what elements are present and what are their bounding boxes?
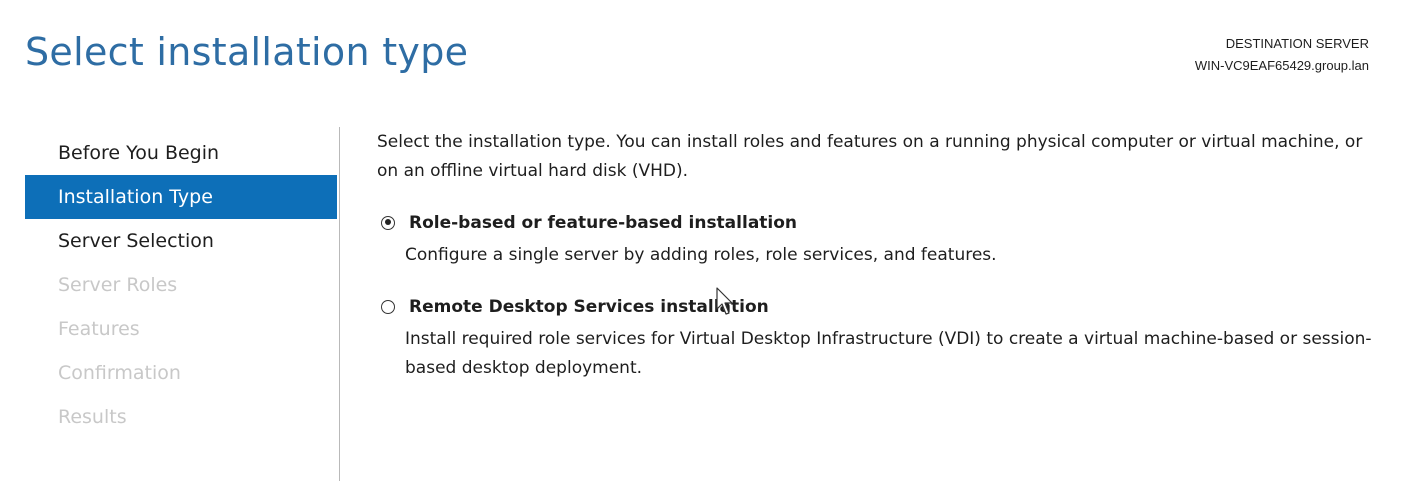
nav-confirmation: Confirmation [58,362,181,384]
nav-divider [339,127,340,481]
destination-server-label: DESTINATION SERVER [1225,36,1369,51]
wizard-nav: Before You Begin Installation Type Serve… [25,131,337,439]
nav-installation-type[interactable]: Installation Type [25,175,337,219]
nav-features: Features [58,318,140,340]
destination-server-name: WIN-VC9EAF65429.group.lan [1194,58,1369,73]
role-based-radio[interactable] [381,215,395,230]
nav-server-selection[interactable]: Server Selection [25,219,337,263]
main-content: Select the installation type. You can in… [377,128,1387,383]
intro-text: Select the installation type. You can in… [377,132,1363,181]
remote-desktop-description: Install required role services for Virtu… [405,329,1372,378]
nav-results: Results [58,406,127,428]
option-remote-desktop: Remote Desktop Services installation Ins… [377,292,1387,383]
nav-server-roles: Server Roles [58,274,178,296]
role-based-description: Configure a single server by adding role… [405,245,997,265]
remote-desktop-radio[interactable] [381,299,395,314]
remote-desktop-label[interactable]: Remote Desktop Services installation [409,297,769,317]
nav-before-you-begin[interactable]: Before You Begin [25,131,337,175]
destination-server-info: DESTINATION SERVER WIN-VC9EAF65429.group… [1195,33,1369,77]
mouse-pointer-icon [716,287,733,315]
page-title: Select installation type [25,30,469,74]
role-based-label[interactable]: Role-based or feature-based installation [409,213,797,233]
option-role-based: Role-based or feature-based installation… [377,208,1387,270]
